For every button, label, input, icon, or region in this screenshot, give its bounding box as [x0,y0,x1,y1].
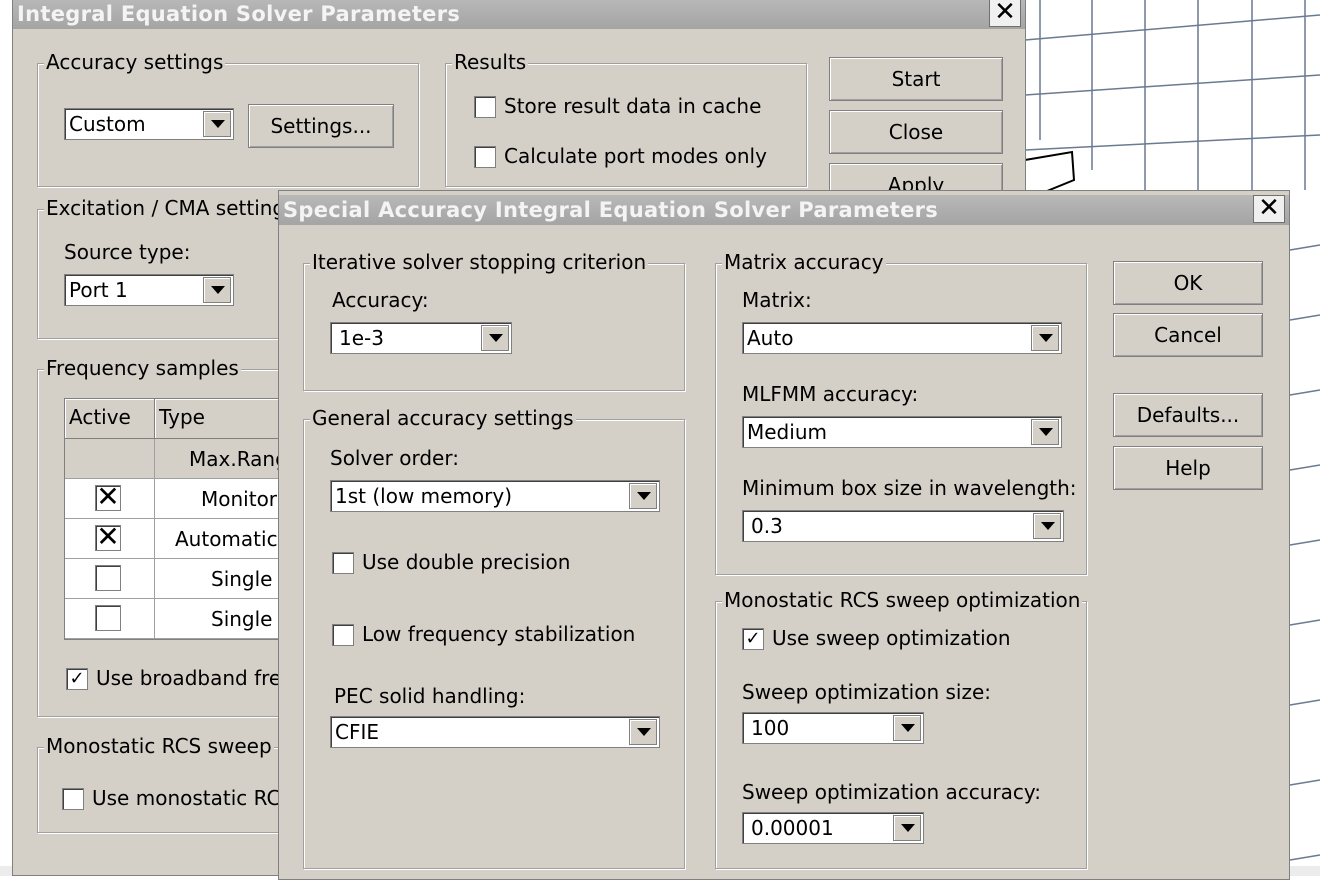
pec-handling-dropdown[interactable]: CFIE [330,716,660,748]
row-active-checkbox[interactable] [95,605,121,631]
double-precision-checkbox[interactable] [332,552,354,574]
chevron-down-icon[interactable] [1031,325,1059,351]
broadband-label: Use broadband freq [96,666,294,690]
port-modes-label: Calculate port modes only [504,144,767,168]
row-active-checkbox[interactable] [95,565,121,591]
special-accuracy-dialog: Special Accuracy Integral Equation Solve… [278,190,1290,880]
double-precision-label: Use double precision [362,550,571,574]
special-dialog-titlebar[interactable]: Special Accuracy Integral Equation Solve… [279,195,1289,225]
iterative-solver-group: Iterative solver stopping criterion Accu… [303,250,685,391]
solver-order-label: Solver order: [330,446,459,470]
main-dialog-close-icon[interactable]: ✕ [989,0,1021,27]
iterative-accuracy-label: Accuracy: [332,288,429,312]
store-cache-label: Store result data in cache [504,94,762,118]
rcs-sweep-optimization-group: Monostatic RCS sweep optimization ✓ Use … [715,588,1087,869]
table-header-active[interactable]: Active [65,399,155,439]
results-title: Results [452,50,529,74]
use-monostatic-label: Use monostatic RCS [92,786,294,810]
matrix-accuracy-title: Matrix accuracy [722,250,886,274]
main-dialog-title: Integral Equation Solver Parameters [17,2,461,26]
low-frequency-checkbox[interactable] [332,624,354,646]
general-accuracy-title: General accuracy settings [310,406,576,430]
ok-button[interactable]: OK [1113,261,1263,305]
chevron-down-icon[interactable] [629,483,657,509]
iterative-accuracy-dropdown[interactable]: 1e-3 [330,322,512,354]
sweep-accuracy-label: Sweep optimization accuracy: [742,780,1042,804]
results-group: Results Store result data in cache Calcu… [445,50,807,187]
matrix-accuracy-group: Matrix accuracy Matrix: Auto MLFMM accur… [715,250,1087,575]
sweep-accuracy-dropdown[interactable]: 0.00001 [742,812,924,844]
chevron-down-icon[interactable] [629,719,657,745]
sweep-size-label: Sweep optimization size: [742,680,992,704]
iterative-solver-title: Iterative solver stopping criterion [310,250,649,274]
table-row[interactable] [65,599,155,639]
store-cache-checkbox[interactable] [474,96,496,118]
start-button[interactable]: Start [829,57,1003,101]
accuracy-preset-dropdown[interactable]: Custom [64,108,234,140]
excitation-title: Excitation / CMA settings [44,196,298,220]
table-row[interactable] [65,439,155,479]
special-dialog-close-icon[interactable]: ✕ [1253,195,1285,223]
source-type-dropdown[interactable]: Port 1 [64,274,234,306]
monostatic-rcs-title: Monostatic RCS sweep [44,734,274,758]
broadband-checkbox[interactable]: ✓ [66,668,88,690]
main-dialog-titlebar[interactable]: Integral Equation Solver Parameters [13,0,1025,29]
matrix-dropdown[interactable]: Auto [742,322,1062,354]
chevron-down-icon[interactable] [481,325,509,351]
pec-handling-label: PEC solid handling: [334,684,526,708]
accuracy-settings-title: Accuracy settings [44,50,226,74]
sweep-size-dropdown[interactable]: 100 [742,712,924,744]
port-modes-checkbox[interactable] [474,146,496,168]
table-row[interactable]: ✕ [65,479,155,519]
row-active-checkbox[interactable]: ✕ [95,483,121,511]
source-type-label: Source type: [64,240,191,264]
low-frequency-label: Low frequency stabilization [362,622,636,646]
row-active-checkbox[interactable]: ✕ [95,523,121,551]
settings-button[interactable]: Settings... [248,104,394,148]
mlfmm-accuracy-label: MLFMM accuracy: [742,382,919,406]
rcs-sweep-optimization-title: Monostatic RCS sweep optimization [722,588,1083,612]
help-button[interactable]: Help [1113,446,1263,490]
matrix-label: Matrix: [742,288,812,312]
chevron-down-icon[interactable] [893,715,921,741]
chevron-down-icon[interactable] [203,111,231,137]
sweep-optimization-label: Use sweep optimization [772,626,1011,650]
min-box-size-dropdown[interactable]: 0.3 [742,510,1064,542]
cancel-button[interactable]: Cancel [1113,313,1263,357]
chevron-down-icon[interactable] [1031,419,1059,445]
min-box-size-label: Minimum box size in wavelength: [742,476,1077,500]
chevron-down-icon[interactable] [203,277,231,303]
frequency-samples-title: Frequency samples [44,356,241,380]
close-button[interactable]: Close [829,110,1003,154]
accuracy-settings-group: Accuracy settings Custom Settings... [37,50,419,187]
mlfmm-accuracy-dropdown[interactable]: Medium [742,416,1062,448]
use-monostatic-checkbox[interactable] [62,788,84,810]
table-row[interactable]: ✕ [65,519,155,559]
sweep-optimization-checkbox[interactable]: ✓ [742,628,764,650]
defaults-button[interactable]: Defaults... [1113,393,1263,437]
solver-order-dropdown[interactable]: 1st (low memory) [330,480,660,512]
table-row[interactable] [65,559,155,599]
general-accuracy-group: General accuracy settings Solver order: … [303,406,685,869]
chevron-down-icon[interactable] [1033,513,1061,539]
chevron-down-icon[interactable] [893,815,921,841]
special-dialog-title: Special Accuracy Integral Equation Solve… [283,198,939,222]
